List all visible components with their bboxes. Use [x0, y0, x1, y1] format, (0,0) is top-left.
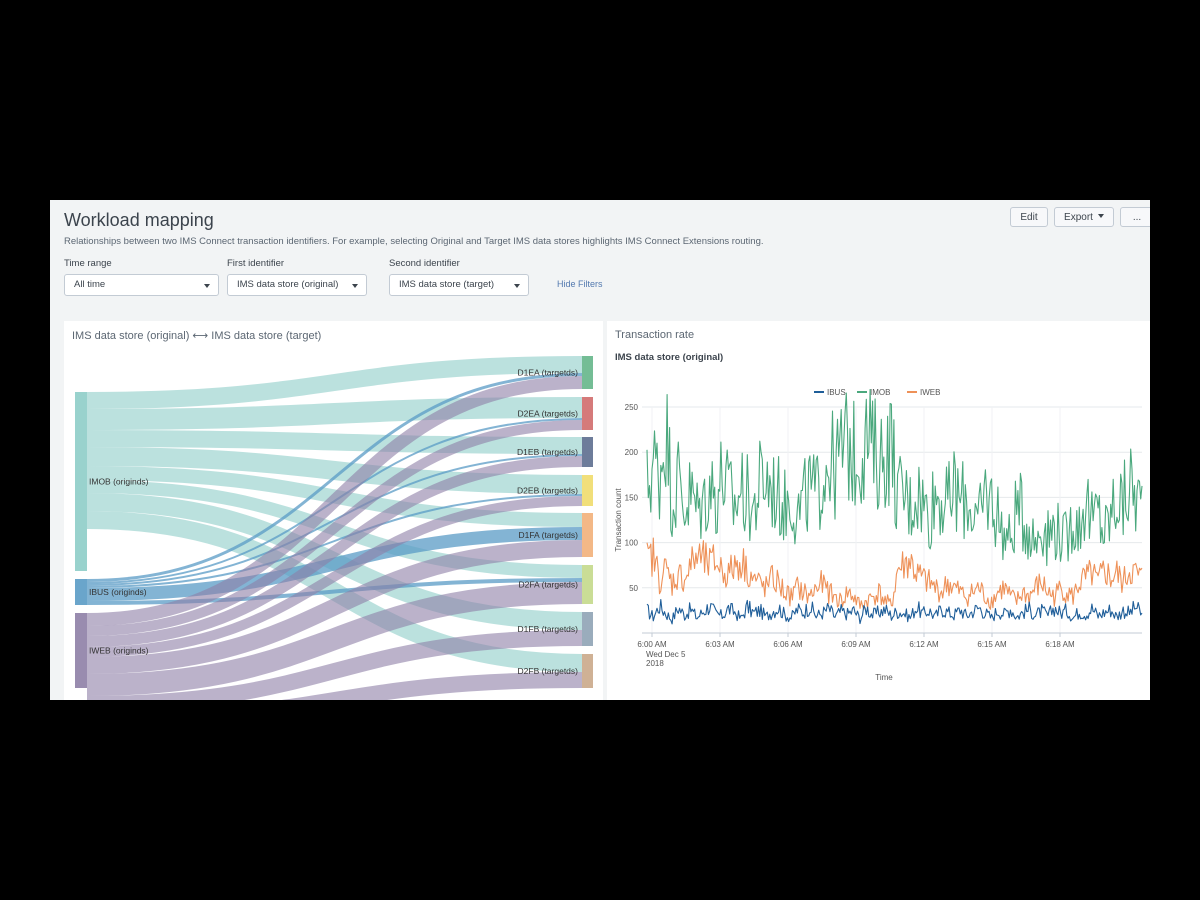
chevron-down-icon	[1097, 214, 1104, 218]
x-tick-date-label: Wed Dec 5	[646, 650, 686, 659]
second-identifier-value: IMS data store (target)	[399, 279, 495, 290]
y-tick-label: 50	[629, 584, 638, 593]
edit-button-label: Edit	[1020, 212, 1038, 223]
y-tick-label: 150	[625, 493, 639, 502]
sankey-target-label: D1EB (targetds)	[517, 447, 578, 457]
sankey-target-label: D2EB (targetds)	[517, 486, 578, 496]
series-line-imob[interactable]	[646, 388, 1143, 567]
legend-entry[interactable]: IBUS	[827, 388, 846, 397]
sankey-target-label: D1FA (targetds)	[518, 530, 578, 540]
sankey-target-node[interactable]	[582, 513, 593, 557]
sankey-source-label: IBUS (originds)	[89, 587, 147, 597]
first-identifier-value: IMS data store (original)	[237, 279, 339, 290]
sankey-target-label: D2FA (targetds)	[518, 580, 578, 590]
sankey-diagram: IMOB (originds) IBUS (originds) IWEB (orig…	[75, 356, 593, 700]
time-range-select[interactable]: All time	[64, 274, 219, 296]
second-identifier-label: Second identifier	[389, 258, 460, 269]
first-identifier-select[interactable]: IMS data store (original)	[227, 274, 367, 296]
chevron-down-icon	[204, 284, 210, 288]
hide-filters-link[interactable]: Hide Filters	[557, 279, 603, 289]
sankey-link[interactable]	[86, 397, 583, 430]
chevron-down-icon	[352, 284, 358, 288]
legend-entry[interactable]: IWEB	[920, 388, 940, 397]
page-description: Relationships between two IMS Connect tr…	[64, 236, 764, 247]
sankey-target-node[interactable]	[582, 437, 593, 467]
page-title: Workload mapping	[64, 210, 214, 230]
edit-button[interactable]: Edit	[1010, 207, 1048, 227]
x-tick-label: 6:12 AM	[909, 640, 939, 649]
sankey-target-node[interactable]	[582, 654, 593, 688]
sankey-source-node[interactable]	[75, 613, 87, 688]
time-range-label: Time range	[64, 258, 112, 269]
second-identifier-select[interactable]: IMS data store (target)	[389, 274, 529, 296]
series-line-ibus[interactable]	[646, 598, 1143, 625]
x-tick-label: 6:09 AM	[841, 640, 871, 649]
export-button[interactable]: Export	[1054, 207, 1114, 227]
sankey-target-label: D2EA (targetds)	[518, 409, 579, 419]
first-identifier-label: First identifier	[227, 258, 285, 269]
time-range-value: All time	[74, 279, 106, 290]
y-tick-label: 100	[625, 539, 639, 548]
legend-entry[interactable]: IMOB	[870, 388, 890, 397]
workload-mapping-dashboard: Workload mapping Relationships between t…	[50, 200, 1150, 700]
x-tick-label: 6:18 AM	[1045, 640, 1075, 649]
sankey-source-label: IWEB (originds)	[89, 646, 149, 656]
chevron-down-icon	[514, 284, 520, 288]
sankey-target-node[interactable]	[582, 612, 593, 646]
sankey-source-node[interactable]	[75, 392, 87, 571]
sankey-target-label: D2FB (targetds)	[518, 666, 579, 676]
sankey-target-node[interactable]	[582, 356, 593, 389]
more-actions-button[interactable]: ...	[1120, 207, 1150, 227]
x-tick-label: 6:00 AM	[637, 640, 667, 649]
more-actions-label: ...	[1132, 212, 1142, 223]
y-tick-label: 200	[625, 448, 639, 457]
x-axis-label: Time	[875, 673, 893, 682]
x-tick-date-label: 2018	[646, 659, 664, 668]
sankey-source-label: IMOB (originds)	[89, 477, 149, 487]
sankey-target-label: D1FB (targetds)	[518, 624, 579, 634]
x-tick-label: 6:06 AM	[773, 640, 803, 649]
y-tick-label: 250	[625, 403, 639, 412]
transaction-rate-panel: Transaction rate IMS data store (origina…	[607, 321, 1150, 700]
sankey-target-node[interactable]	[582, 475, 593, 506]
sankey-target-node[interactable]	[582, 565, 593, 604]
y-axis-label: Transaction count	[614, 488, 623, 552]
transaction-rate-chart: IBUS IMOB IWEB 50 100 150 200 250 Transaction c…	[614, 388, 1143, 682]
export-button-label: Export	[1064, 212, 1093, 223]
sankey-link[interactable]	[86, 430, 583, 454]
sankey-source-node[interactable]	[75, 579, 87, 605]
sankey-target-node[interactable]	[582, 397, 593, 430]
sankey-panel: IMS data store (original) ⟷ IMS data sto…	[64, 321, 603, 700]
x-tick-label: 6:15 AM	[977, 640, 1007, 649]
x-tick-label: 6:03 AM	[705, 640, 735, 649]
sankey-target-label: D1EA (targetds)	[518, 368, 579, 378]
